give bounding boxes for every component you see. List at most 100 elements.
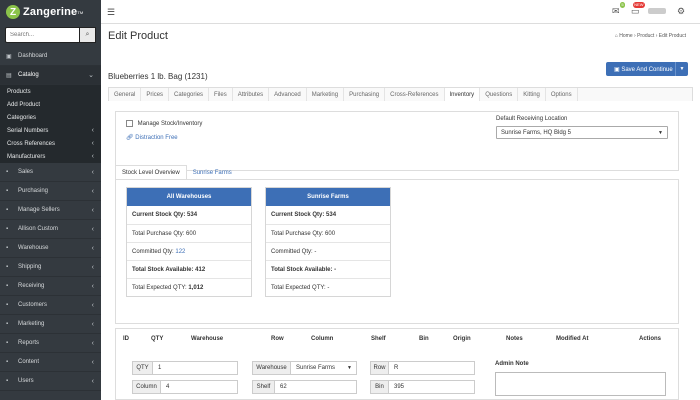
bin-field[interactable]: Bin 395 (370, 380, 475, 394)
qty-field-label: QTY (133, 362, 153, 374)
sidebar-item-users[interactable]: ▪ Users ‹ (0, 372, 101, 391)
breadcrumb-home[interactable]: Home (619, 33, 632, 39)
tab-kitting[interactable]: Kitting (518, 88, 546, 101)
sidebar-item-marketing[interactable]: ▪ Marketing ‹ (0, 315, 101, 334)
shelf-field[interactable]: Shelf 62 (252, 380, 357, 394)
sidebar-item-customers[interactable]: ▪ Customers ‹ (0, 296, 101, 315)
sidebar-item-sales[interactable]: ▪ Sales ‹ (0, 163, 101, 182)
logo[interactable]: Z Zangerine TM (0, 0, 101, 24)
hamburger-icon[interactable]: ☰ (107, 7, 115, 18)
committed-value-link[interactable]: 122 (175, 249, 185, 255)
user-name[interactable] (648, 8, 666, 14)
caret-down-icon[interactable]: ▼ (675, 62, 688, 76)
committed-value: - (314, 248, 317, 255)
shelf-field-label: Shelf (253, 381, 275, 393)
chevron-left-icon: ‹ (91, 153, 94, 160)
sidebar-subitem-add-product[interactable]: Add Product (0, 98, 101, 111)
chat-icon[interactable]: ▭ NEW (631, 2, 645, 17)
sidebar-item-label: Content (18, 359, 40, 365)
sidebar-item-reports[interactable]: ▪ Reports ‹ (0, 334, 101, 353)
col-header-id: ID (123, 336, 129, 342)
sidebar-subitem-label: Serial Numbers (7, 127, 49, 134)
default-location-select[interactable]: Sunrise Farms, HQ Bldg 5 ▼ (496, 126, 668, 139)
warehouse-select[interactable]: Warehouse Sunrise Farms ▼ (252, 361, 357, 375)
tab-advanced[interactable]: Advanced (269, 88, 307, 101)
sidebar-item-label: Allison Custom (18, 226, 59, 232)
sidebar-item-manage-sellers[interactable]: ▪ Manage Sellers ‹ (0, 201, 101, 220)
chevron-left-icon: ‹ (91, 377, 94, 385)
default-location-value: Sunrise Farms, HQ Bldg 5 (501, 129, 572, 136)
col-header-column: Column (311, 336, 334, 342)
product-name: Blueberries 1 lb. Bag (1231) (108, 72, 208, 81)
sidebar-item-dashboard[interactable]: ▣ Dashboard (0, 47, 101, 66)
sidebar-subitem-products[interactable]: Products (0, 85, 101, 98)
tab-attributes[interactable]: Attributes (233, 88, 270, 101)
sidebar-item-allison-custom[interactable]: ▪ Allison Custom ‹ (0, 220, 101, 239)
tab-purchasing[interactable]: Purchasing (344, 88, 386, 101)
sidebar-item-content[interactable]: ▪ Content ‹ (0, 353, 101, 372)
qty-field[interactable]: QTY 1 (132, 361, 238, 375)
sidebar-item-catalog[interactable]: ▤ Catalog ⌄ (0, 66, 101, 85)
column-field[interactable]: Column 4 (132, 380, 238, 394)
sidebar-subitem-label: Categories (7, 114, 37, 121)
tab-prices[interactable]: Prices (141, 88, 170, 101)
tab-cross-references[interactable]: Cross-References (385, 88, 445, 101)
home-icon: ⌂ (614, 33, 618, 39)
sidebar: ⌕ ▣ Dashboard ▤ Catalog ⌄ Products Add Prod… (0, 24, 101, 400)
admin-note-label: Admin Note (495, 361, 529, 367)
link-icon: 🔗︎ (126, 135, 134, 141)
tab-files[interactable]: Files (209, 88, 233, 101)
sidebar-item-receiving[interactable]: ▪ Receiving ‹ (0, 277, 101, 296)
stock-tabs: Stock Level Overview Sunrise Farms (115, 165, 238, 180)
tab-general[interactable]: General (109, 88, 142, 101)
content-icon: ▪ (6, 359, 9, 365)
chevron-down-icon: ⌄ (88, 72, 94, 79)
sidebar-subitem-cross-references[interactable]: Cross References ‹ (0, 137, 101, 150)
users-icon: ▪ (6, 207, 9, 213)
row-field[interactable]: Row R (370, 361, 475, 375)
sidebar-item-purchasing[interactable]: ▪ Purchasing ‹ (0, 182, 101, 201)
warehouse-select-label: Warehouse (253, 362, 291, 374)
sidebar-subitem-serial-numbers[interactable]: Serial Numbers ‹ (0, 124, 101, 137)
tab-questions[interactable]: Questions (480, 88, 519, 101)
chevron-left-icon: ‹ (91, 127, 94, 134)
mail-icon[interactable]: ✉ 5 (612, 2, 625, 17)
tab-inventory[interactable]: Inventory (444, 88, 481, 101)
bin-field-label: Bin (371, 381, 389, 393)
mail-badge: 5 (620, 2, 625, 8)
chevron-left-icon: ‹ (91, 320, 94, 328)
sidebar-subitem-categories[interactable]: Categories (0, 111, 101, 124)
col-header-notes: Notes (506, 336, 523, 342)
tab-sunrise-farms[interactable]: Sunrise Farms (187, 165, 238, 180)
tab-stock-level-overview[interactable]: Stock Level Overview (115, 165, 187, 180)
search-input[interactable] (5, 27, 80, 43)
tab-categories[interactable]: Categories (169, 88, 210, 101)
sidebar-item-label: Marketing (18, 321, 45, 327)
tab-options[interactable]: Options (546, 88, 578, 101)
sidebar-subitem-manufacturers[interactable]: Manufacturers ‹ (0, 150, 101, 163)
total-purchase-row: Total Purchase Qty: 600 (127, 224, 251, 242)
total-available-label: Total Stock Available: (271, 266, 333, 273)
current-stock-value: 534 (187, 212, 198, 218)
customers-icon: ▪ (6, 302, 9, 308)
manage-stock-checkbox[interactable] (126, 120, 133, 127)
total-purchase-label: Total Purchase Qty: (132, 230, 185, 237)
sidebar-item-shipping[interactable]: ▪ Shipping ‹ (0, 258, 101, 277)
chat-badge: NEW (633, 2, 645, 8)
cart-icon: ▪ (6, 169, 9, 175)
breadcrumb-product[interactable]: Product (637, 33, 654, 39)
search-icon[interactable]: ⌕ (80, 27, 96, 43)
col-header-modified-at: Modified At (556, 336, 589, 342)
distraction-free-link[interactable]: 🔗︎ Distraction Free (126, 134, 178, 141)
sidebar-item-warehouse[interactable]: ▪ Warehouse ‹ (0, 239, 101, 258)
save-and-continue-button[interactable]: ▣ Save And Continue ▼ (606, 62, 688, 76)
current-stock-value: 534 (326, 212, 337, 218)
current-stock-row: Current Stock Qty: 534 (266, 206, 390, 224)
gear-icon[interactable]: ⚙ (677, 6, 685, 17)
breadcrumb: ⌂ Home › Product › Edit Product (615, 33, 686, 39)
column-field-value: 4 (166, 384, 170, 390)
admin-note-textarea[interactable] (495, 372, 666, 396)
total-expected-label: Total Expected QTY: (132, 284, 187, 291)
sidebar-nav: ▣ Dashboard ▤ Catalog ⌄ Products Add Produc… (0, 47, 101, 391)
tab-marketing[interactable]: Marketing (307, 88, 345, 101)
